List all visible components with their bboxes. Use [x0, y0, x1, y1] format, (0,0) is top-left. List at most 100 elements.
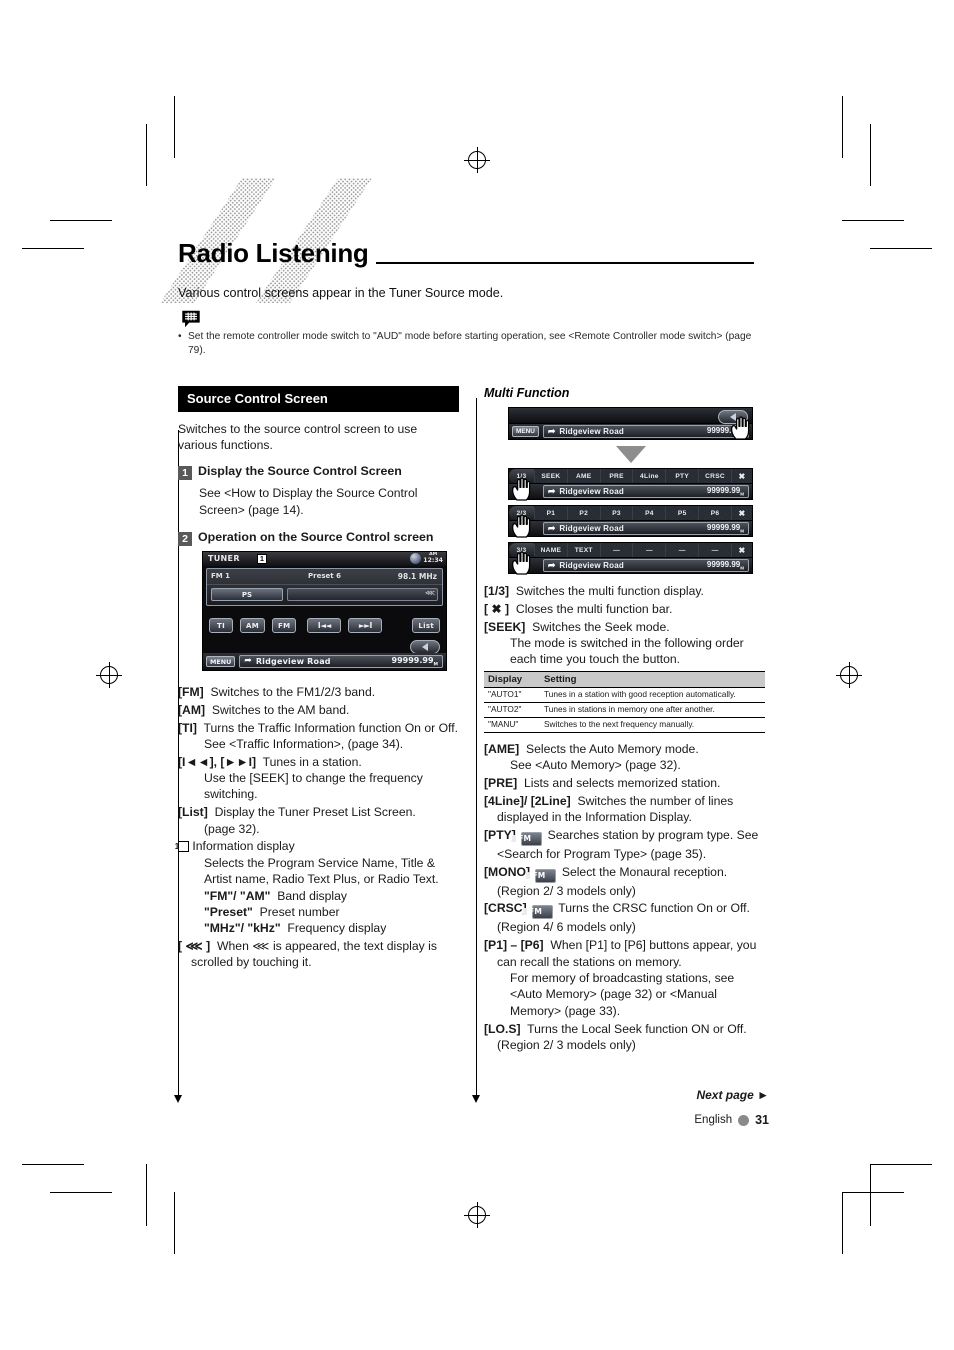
track-name: Ridgeview Road — [559, 524, 624, 533]
bar-3-name-button[interactable]: NAME — [535, 543, 568, 557]
menu-button[interactable]: MENU — [512, 426, 539, 437]
item-seek-keys-text: Tunes in a station. — [262, 754, 362, 769]
information-display-label: Information display — [192, 839, 295, 854]
source-control-intro: Switches to the source control screen to… — [178, 422, 418, 453]
item-presets: [P1] – [P6] When [P1] to [P6] buttons ap… — [484, 937, 765, 970]
bar-1-ame-button[interactable]: AME — [567, 469, 601, 483]
fm-badge-icon: FM — [512, 831, 543, 846]
multi-function-bar-2-row: 2/3 P1 P2 P3 P4 P5 P6 ✖ — [508, 505, 753, 520]
back-button[interactable] — [410, 639, 440, 654]
track-info-field[interactable]: ➦ Ridgeview Road 99999.99M — [542, 425, 749, 438]
step-1-body: See <How to Display the Source Control S… — [199, 486, 418, 517]
item-seek-key: [SEEK] — [484, 619, 526, 634]
right-column-flow-line — [476, 398, 477, 1095]
seek-prev-button[interactable]: I◄◄ — [307, 617, 342, 633]
fm-button[interactable]: FM — [271, 617, 297, 633]
device-clock: AM 12:34 — [410, 552, 443, 564]
bar-2-p6-button[interactable]: P6 — [699, 506, 732, 520]
bar-3-text-button[interactable]: TEXT — [567, 543, 601, 557]
item-scroll: [ ⋘ ] When ⋘ is appeared, the text displ… — [178, 938, 459, 971]
bar-2-p4-button[interactable]: P4 — [633, 506, 667, 520]
bar-3-empty-4[interactable]: — — [699, 543, 732, 557]
bar-3-empty-2[interactable]: — — [633, 543, 667, 557]
item-preset-number: "Preset" Preset number — [178, 904, 459, 920]
registration-mark-right — [836, 662, 862, 688]
item-pre-key: [PRE] — [484, 775, 518, 790]
item-pty: [PTY] FM Searches station by program typ… — [484, 827, 765, 862]
route-arrow-icon: ➦ — [547, 560, 556, 570]
bar-2-p2-button[interactable]: P2 — [567, 506, 601, 520]
pin-icon — [512, 834, 517, 842]
item-seek-sub-text: Use the [SEEK] to change the frequency s… — [204, 771, 423, 802]
table-row: "AUTO1" Tunes in a station with good rec… — [484, 687, 765, 703]
seek-next-button[interactable]: ►►I — [348, 617, 383, 633]
pointing-hand-icon — [511, 551, 531, 575]
am-button[interactable]: AM — [240, 617, 265, 633]
item-ame-sub-text: See <Auto Memory> (page 32). — [510, 757, 681, 772]
item-close-key: [ ✖ ] — [484, 601, 510, 616]
bar-1-crsc-button[interactable]: CRSC — [699, 469, 732, 483]
table-cell-display-auto1: "AUTO1" — [484, 687, 540, 703]
item-crsc-key: [CRSC] — [484, 901, 527, 916]
menu-button[interactable]: MENU — [206, 655, 236, 667]
frequency-display: 98.1 MHz — [397, 571, 437, 581]
track-distance: 99999.99M — [706, 523, 744, 534]
item-scroll-key: [ ⋘ ] — [178, 939, 211, 954]
item-list-sub-text: (page 32). — [204, 821, 260, 836]
multi-function-key-list: [1/3] Switches the multi function displa… — [484, 583, 765, 668]
item-list-key: [List] — [178, 805, 208, 820]
manual-page: Radio Listening Various control screens … — [0, 0, 954, 1350]
bar-1-pty-button[interactable]: PTY — [666, 469, 700, 483]
table-cell-display-auto2: "AUTO2" — [484, 702, 540, 718]
information-display-panel[interactable]: FM 1 Preset 6 98.1 MHz PS ⋘ — [206, 567, 443, 606]
item-los-text: Turns the Local Seek function ON or Off.… — [497, 1021, 747, 1052]
bar-2-p1-button[interactable]: P1 — [535, 506, 568, 520]
band-display-text: Band display — [277, 888, 348, 903]
fm-badge-icon: FM — [526, 868, 557, 883]
table-cell-setting-auto1: Tunes in a station with good reception a… — [540, 687, 765, 703]
registration-mark-bottom — [464, 1202, 490, 1228]
item-seek-note: The mode is switched in the following or… — [484, 635, 765, 668]
track-info-field[interactable]: ➦ Ridgeview Road 99999.99M — [542, 485, 749, 498]
multi-function-figures: MENU ➦ Ridgeview Road 99999.99M 1/3 SEEK — [508, 407, 753, 575]
track-info-field[interactable]: ➦ Ridgeview Road 99999.99M — [542, 559, 749, 572]
bar-3-empty-3[interactable]: — — [666, 543, 700, 557]
information-display-body: Selects the Program Service Name, Title … — [204, 855, 439, 887]
step-2: 2 Operation on the Source Control screen — [178, 530, 459, 546]
bar-2-close-button[interactable]: ✖ — [731, 506, 752, 520]
ti-button[interactable]: TI — [209, 617, 233, 633]
item-band-display: "FM"/ "AM" Band display — [178, 888, 459, 904]
bar-3-close-button[interactable]: ✖ — [731, 543, 752, 557]
bar-1-pre-button[interactable]: PRE — [600, 469, 634, 483]
scroll-icon[interactable]: ⋘ — [425, 589, 435, 597]
ps-button[interactable]: PS — [211, 587, 283, 601]
bar-1-seek-button[interactable]: SEEK — [535, 469, 568, 483]
list-button[interactable]: List — [412, 617, 440, 633]
table-row: "AUTO2" Tunes in stations in memory one … — [484, 702, 765, 718]
bar-2-p3-button[interactable]: P3 — [600, 506, 634, 520]
item-pre-text: Lists and selects memorized station. — [523, 775, 721, 790]
step-1-title: Display the Source Control Screen — [198, 464, 402, 479]
item-line: [4Line]/ [2Line] Switches the number of … — [484, 793, 765, 826]
bar-2-p5-button[interactable]: P5 — [666, 506, 700, 520]
pointing-hand-icon — [511, 514, 531, 538]
item-fm: [FM] Switches to the FM1/2/3 band. — [178, 684, 459, 700]
seek-mode-table: Display Setting "AUTO1" Tunes in a stati… — [484, 670, 765, 733]
item-seek-sub: Use the [SEEK] to change the frequency s… — [178, 770, 459, 803]
preset-number-key: "Preset" — [204, 904, 253, 919]
item-1of3-text: Switches the multi function display. — [515, 584, 704, 598]
ps-text-field[interactable] — [287, 587, 438, 601]
track-info-field[interactable]: ➦ Ridgeview Road 99999.99M — [542, 522, 749, 535]
item-1of3-key: [1/3] — [484, 584, 510, 598]
track-info-field[interactable]: ➦ Ridgeview Road 99999.99M — [239, 654, 443, 668]
step-2-number: 2 — [178, 531, 192, 546]
bar-1-4line-button[interactable]: 4Line — [633, 469, 667, 483]
bar-3-empty-1[interactable]: — — [600, 543, 634, 557]
item-close-text: Closes the multi function bar. — [515, 601, 673, 616]
bar-1-close-button[interactable]: ✖ — [731, 469, 752, 483]
item-mono-key: [MONO] — [484, 864, 531, 879]
track-distance: 99999.99M — [391, 655, 439, 668]
route-arrow-icon: ➦ — [244, 655, 252, 666]
table-cell-setting-manu: Switches to the next frequency manually. — [540, 717, 765, 733]
pin-icon — [523, 908, 528, 916]
